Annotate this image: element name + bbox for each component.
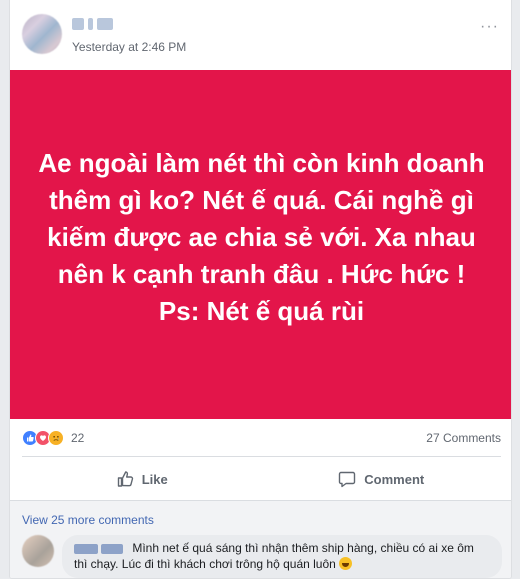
- comments-count[interactable]: 27 Comments: [426, 431, 501, 445]
- comment-button[interactable]: Comment: [262, 458, 502, 500]
- view-more-comments-link[interactable]: View 25 more comments: [22, 513, 154, 527]
- comment-label: Comment: [364, 471, 425, 487]
- laughing-emoji-icon: [339, 557, 353, 570]
- sad-icon: [48, 430, 64, 446]
- thumbs-up-icon: [116, 470, 134, 488]
- reaction-icons[interactable]: [22, 430, 64, 446]
- commenter-name[interactable]: [74, 543, 123, 554]
- reactions-summary: 22 27 Comments: [10, 420, 511, 456]
- like-button[interactable]: Like: [22, 458, 262, 500]
- more-options-icon[interactable]: ···: [480, 18, 499, 36]
- like-label: Like: [141, 471, 168, 487]
- status-text: Ae ngoài làm nét thì còn kinh doanh thêm…: [38, 147, 485, 326]
- post-header: Yesterday at 2:46 PM ···: [10, 0, 511, 70]
- post-actions: Like Comment: [22, 458, 501, 500]
- comment-bubble: Mình net ế quá sáng thì nhận thêm ship h…: [62, 535, 502, 578]
- comments-section: View 25 more comments Mình net ế quá sán…: [10, 500, 511, 578]
- post-card: Yesterday at 2:46 PM ··· Ae ngoài làm né…: [9, 0, 512, 579]
- comment-item: Mình net ế quá sáng thì nhận thêm ship h…: [22, 535, 502, 578]
- author-avatar[interactable]: [22, 14, 62, 54]
- status-background: Ae ngoài làm nét thì còn kinh doanh thêm…: [10, 70, 511, 419]
- divider: [22, 456, 501, 457]
- reaction-count[interactable]: 22: [71, 431, 84, 445]
- post-timestamp[interactable]: Yesterday at 2:46 PM: [72, 40, 186, 54]
- comment-text: Mình net ế quá sáng thì nhận thêm ship h…: [74, 541, 474, 571]
- speech-bubble-icon: [338, 470, 356, 488]
- author-name[interactable]: [72, 16, 113, 32]
- commenter-avatar[interactable]: [22, 535, 54, 567]
